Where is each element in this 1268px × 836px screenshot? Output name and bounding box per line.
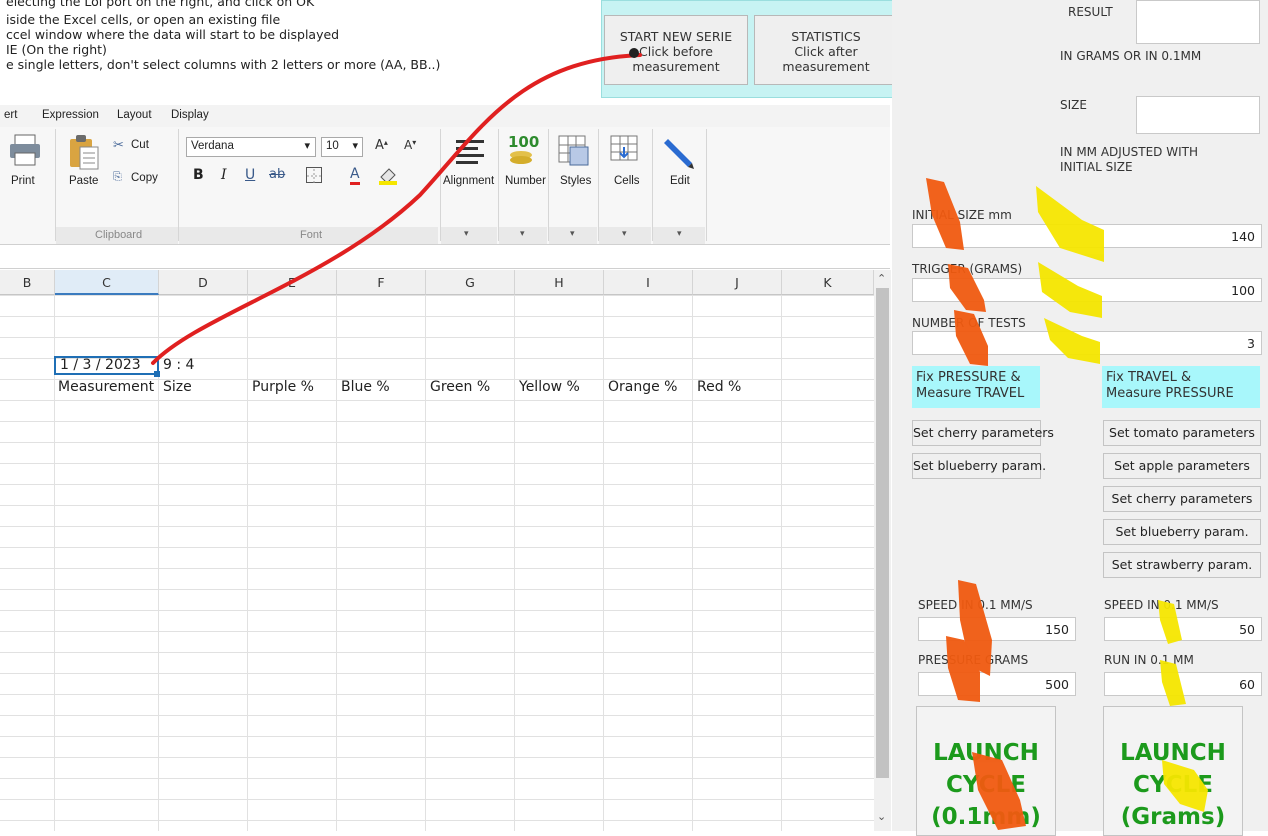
annotation-arrow <box>151 48 642 365</box>
annotation-highlights <box>926 178 1208 830</box>
